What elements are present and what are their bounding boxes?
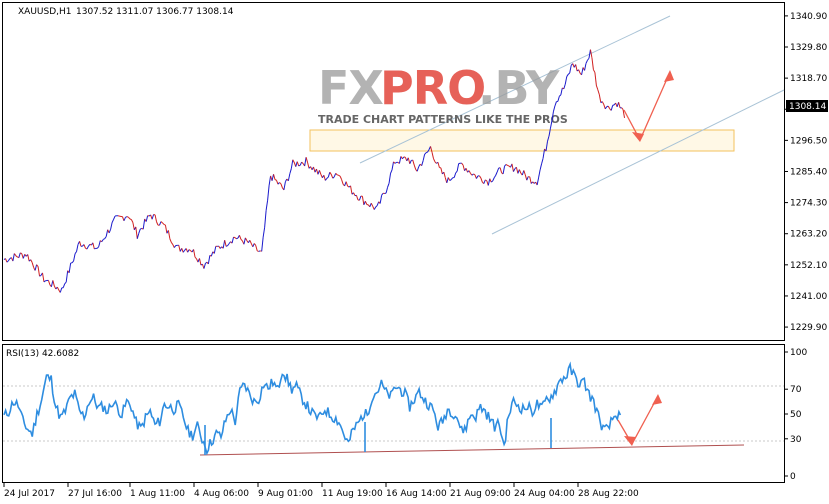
price-segment — [337, 174, 339, 176]
xtick-label: 28 Aug 22:00 — [578, 489, 639, 499]
rsi-ytick-label: 0 — [790, 472, 796, 482]
price-segment — [126, 216, 129, 218]
xtick-label: 24 Aug 04:00 — [514, 489, 575, 499]
price-ytick-label: 1340.90 — [790, 12, 827, 22]
svg-text:1308.14: 1308.14 — [789, 102, 826, 112]
price-segment — [129, 218, 132, 220]
brand-tagline: TRADE CHART PATTERNS LIKE THE PROS — [318, 113, 568, 126]
price-segment — [225, 245, 228, 247]
price-segment — [425, 151, 428, 154]
price-ytick-label: 1285.40 — [790, 167, 827, 177]
price-ytick-label: 1252.10 — [790, 261, 827, 271]
xtick-label: 27 Jul 16:00 — [68, 489, 122, 499]
support-zone — [309, 129, 735, 152]
ohlc-label: 1307.52 1311.07 1306.77 1308.14 — [76, 7, 234, 17]
price-segment — [233, 236, 236, 239]
current-price-marker: 1308.14 — [786, 100, 828, 112]
x-axis: 24 Jul 2017 27 Jul 16:00 1 Aug 11:00 4 Aug … — [3, 483, 639, 499]
price-ytick-label: 1296.50 — [790, 136, 827, 146]
price-segment — [163, 223, 166, 226]
xtick-label: 11 Aug 19:00 — [322, 489, 383, 499]
price-segment — [20, 252, 22, 255]
price-panel-frame — [2, 2, 785, 341]
price-ytick-label: 1274.30 — [790, 199, 827, 209]
price-segment — [298, 164, 301, 167]
brand-logo: FX PRO .BY — [318, 61, 561, 115]
rsi-ytick-label: 100 — [790, 348, 807, 358]
price-segment — [258, 250, 261, 252]
xtick-label: 4 Aug 06:00 — [194, 489, 249, 499]
xtick-label: 21 Aug 09:00 — [450, 489, 511, 499]
rsi-label: RSI(13) 42.6082 — [6, 349, 79, 359]
xtick-label: 16 Aug 14:00 — [386, 489, 447, 499]
price-segment — [257, 250, 259, 252]
price-segment — [274, 179, 277, 181]
svg-text:.BY: .BY — [478, 61, 560, 115]
price-segment — [507, 164, 510, 167]
price-segment — [39, 274, 42, 277]
rsi-ytick-label: 30 — [790, 435, 802, 445]
price-ytick-label: 1263.20 — [790, 230, 827, 240]
svg-text:PRO: PRO — [380, 61, 485, 115]
rsi-ytick-label: 50 — [790, 410, 802, 420]
rsi-ytick-label: 70 — [790, 385, 802, 395]
svg-text:FX: FX — [318, 61, 383, 115]
price-segment — [94, 247, 96, 250]
rsi-y-axis: 100 70 50 30 0 — [784, 348, 807, 482]
xtick-label: 9 Aug 01:00 — [258, 489, 313, 499]
xtick-label: 1 Aug 11:00 — [130, 489, 185, 499]
price-y-axis: 1340.901329.801318.701307.601296.501285.… — [784, 12, 827, 333]
price-segment — [102, 238, 105, 240]
price-ytick-label: 1329.80 — [790, 43, 827, 53]
symbol-label: XAUUSD,H1 — [18, 7, 72, 17]
price-ytick-label: 1318.70 — [790, 74, 827, 84]
rsi-panel-frame — [2, 344, 785, 483]
xtick-label: 24 Jul 2017 — [4, 489, 55, 499]
chart: FX PRO .BY TRADE CHART PATTERNS LIKE THE… — [2, 2, 828, 499]
price-ytick-label: 1241.00 — [790, 292, 827, 302]
price-ytick-label: 1229.90 — [790, 323, 827, 333]
